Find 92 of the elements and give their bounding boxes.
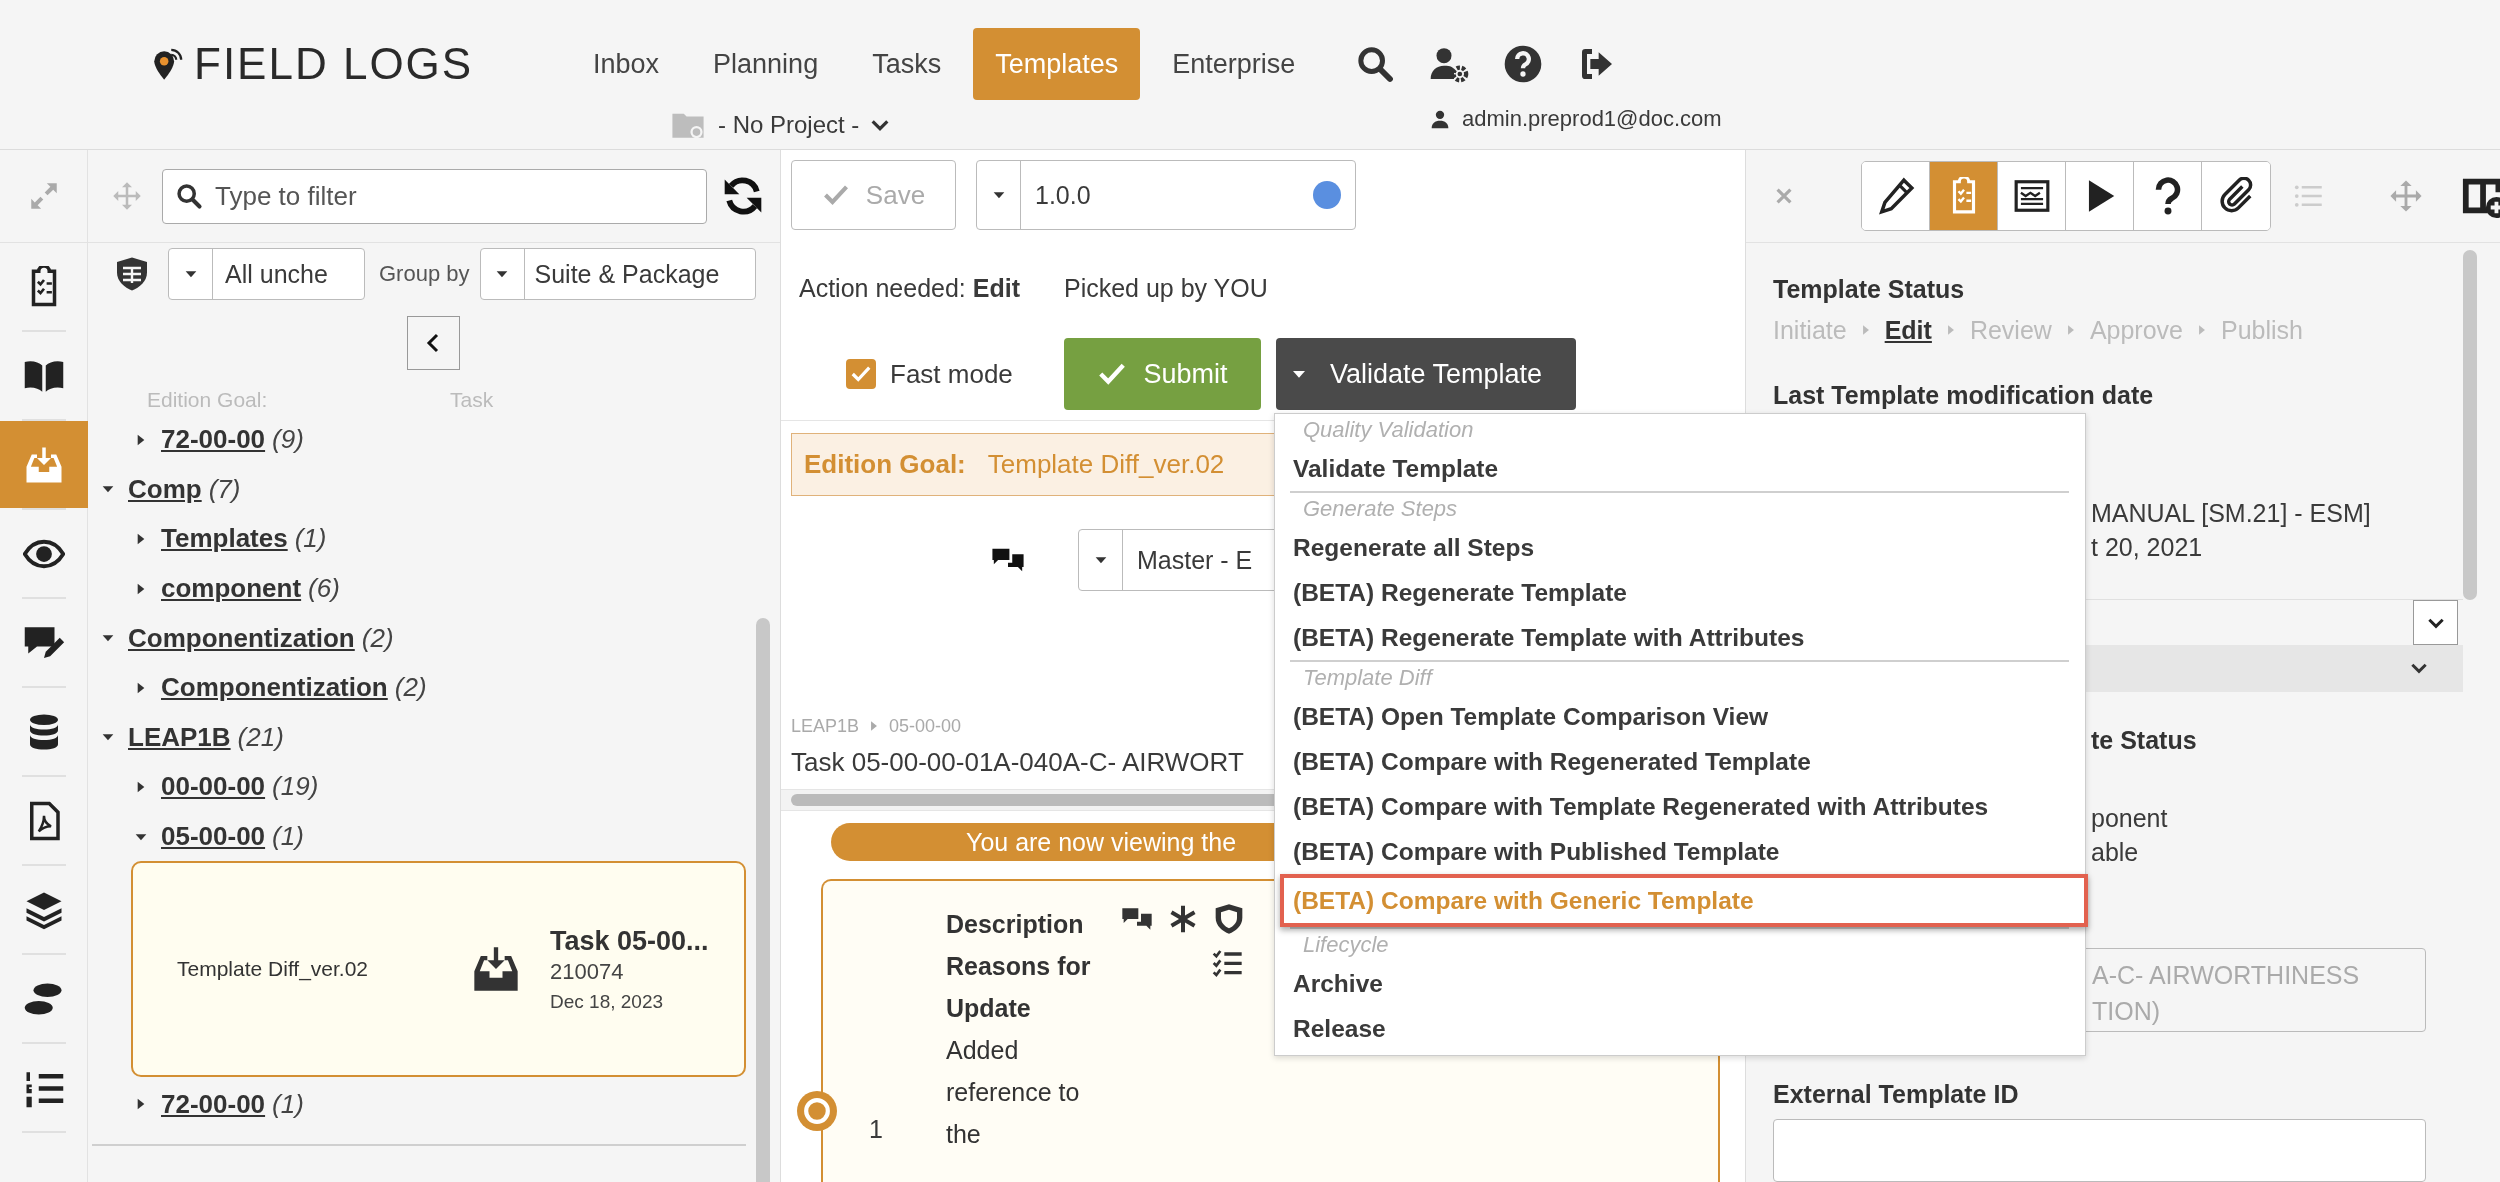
field-label: External Template ID [1773, 1078, 2020, 1110]
field-text: A-C- AIRWORTHINESS [2092, 959, 2360, 991]
group-by-dropdown[interactable]: Suite & Package [479, 248, 756, 300]
expand-button[interactable] [2413, 600, 2458, 646]
toolbar-button[interactable] [2202, 162, 2270, 230]
toolbar-button[interactable] [2134, 162, 2202, 230]
action-needed: Action needed: Edit [799, 273, 1020, 303]
task-card[interactable]: Template Diff_ver.02 Task 05-00... 210074 Dec 18, 2023 [131, 861, 746, 1078]
task-title: Task 05-00... [550, 925, 709, 957]
collapse-button[interactable] [407, 316, 460, 370]
search-icon[interactable] [1355, 44, 1396, 84]
pencil-icon [1876, 177, 1915, 215]
item-count: (6) [308, 573, 340, 605]
field-value: t 20, 2021 [2091, 532, 2203, 564]
field-label: Last Template modification date [1773, 380, 2155, 412]
filter-field[interactable]: Type to filter [162, 168, 707, 224]
nav-tab[interactable]: Tasks [850, 28, 964, 100]
paperclip-icon [2217, 177, 2255, 215]
tree-link[interactable]: Templates [161, 523, 288, 555]
tree-link[interactable]: Componentization [161, 672, 388, 704]
menu-section-title: Generate Steps [1302, 495, 1459, 523]
field-value: MANUAL [SM.21] - ESM] [2091, 498, 2371, 530]
edition-goal: Template Diff_ver.02 [177, 957, 370, 982]
edition-goal-value: Template Diff_ver.02 [987, 449, 1225, 480]
status-dot-icon [1313, 181, 1341, 209]
item-count: (21) [237, 721, 284, 753]
logo-text: FIELD LOGS [194, 39, 474, 89]
field-text: ponent [2091, 802, 2168, 834]
step-marker-icon[interactable] [797, 1091, 837, 1131]
workflow-step: Publish [2221, 315, 2303, 345]
nav-tab[interactable]: Inbox [571, 28, 682, 100]
group-by-label: Group by [379, 261, 470, 287]
picked-up-status: Picked up by YOU [1063, 273, 1268, 303]
item-count: (1) [272, 1088, 304, 1120]
version-dropdown[interactable]: 1.0.0 [976, 160, 1356, 230]
menu-section-title: Quality Validation [1302, 416, 1475, 444]
external-id-field[interactable] [1773, 1118, 2426, 1182]
shield-icon[interactable] [1213, 903, 1245, 935]
workflow-step: Review [1969, 315, 2052, 345]
menu-section-title: Template Diff [1302, 664, 1435, 692]
column-header: Edition Goal: [146, 388, 269, 412]
menu-item[interactable]: (BETA) Compare with Regenerated Template [1275, 739, 2085, 784]
item-count: (1) [294, 523, 327, 555]
field-text: TION) [2092, 995, 2161, 1027]
tree-link[interactable]: component [161, 573, 302, 605]
toolbar-button[interactable] [1862, 162, 1930, 230]
item-count: (7) [208, 473, 241, 505]
menu-item[interactable]: Validate Template [1275, 446, 2085, 491]
fast-mode-checkbox[interactable] [846, 359, 876, 389]
step-number: 1 [868, 1115, 884, 1144]
workflow-step: Edit [1884, 315, 1932, 345]
workflow-step: Initiate [1773, 315, 1847, 345]
status-dropdown[interactable]: All unche [168, 248, 365, 300]
tree-link[interactable]: LEAP1B [128, 721, 231, 753]
nav-tab[interactable]: Planning [691, 28, 841, 100]
user-icon [1430, 108, 1450, 129]
menu-section-title: Lifecycle [1302, 931, 1390, 959]
tree-link[interactable]: 05-00-00 [161, 821, 266, 853]
toolbar-button[interactable] [1998, 162, 2066, 230]
edition-goal-label: Edition Goal: [804, 449, 966, 480]
item-count: (2) [361, 622, 394, 654]
toolbar-button[interactable] [2066, 162, 2134, 230]
tree-link[interactable]: 72-00-00 [161, 1088, 266, 1120]
task-number: 210074 [550, 958, 625, 985]
form-icon [2012, 177, 2051, 215]
validate-template-button[interactable]: Validate Template [1276, 338, 1576, 410]
field-text: able [2091, 836, 2139, 868]
menu-item[interactable]: (BETA) Regenerate Template with Attributes [1275, 615, 2085, 660]
item-count: (2) [394, 672, 427, 704]
section-title: te Status [2091, 724, 2197, 756]
tree-link[interactable]: Comp [128, 473, 202, 505]
item-count: (9) [272, 424, 304, 456]
task-title: Task 05-00-00-01A-040A-C- AIRWORT [791, 746, 1244, 779]
checklist-icon[interactable] [1211, 947, 1243, 979]
project-selector[interactable]: - No Project - [718, 110, 860, 139]
help-icon[interactable] [1503, 44, 1544, 84]
column-header: Task [450, 388, 494, 412]
shield-icon[interactable] [114, 256, 150, 292]
task-date: Dec 18, 2023 [550, 990, 665, 1013]
tree-link[interactable]: 72-00-00 [161, 424, 266, 456]
user-email: admin.preprod1@doc.com [1462, 105, 1722, 132]
item-count: (19) [272, 771, 319, 803]
tree-link[interactable]: Componentization [128, 622, 355, 654]
checkbox-label: Fast mode [890, 358, 1013, 390]
section-title: Template Status [1773, 274, 1966, 305]
nav-tab[interactable]: Enterprise [1150, 28, 1318, 100]
workflow-step: Approve [2089, 315, 2183, 345]
step-heading: Description Reasons for Update [946, 909, 1092, 1024]
item-count: (1) [272, 821, 304, 853]
menu-item[interactable]: (BETA) Open Template Comparison View [1275, 694, 2085, 739]
tree-link[interactable]: 00-00-00 [161, 771, 266, 803]
step-description: Added reference to the [946, 1035, 1081, 1150]
